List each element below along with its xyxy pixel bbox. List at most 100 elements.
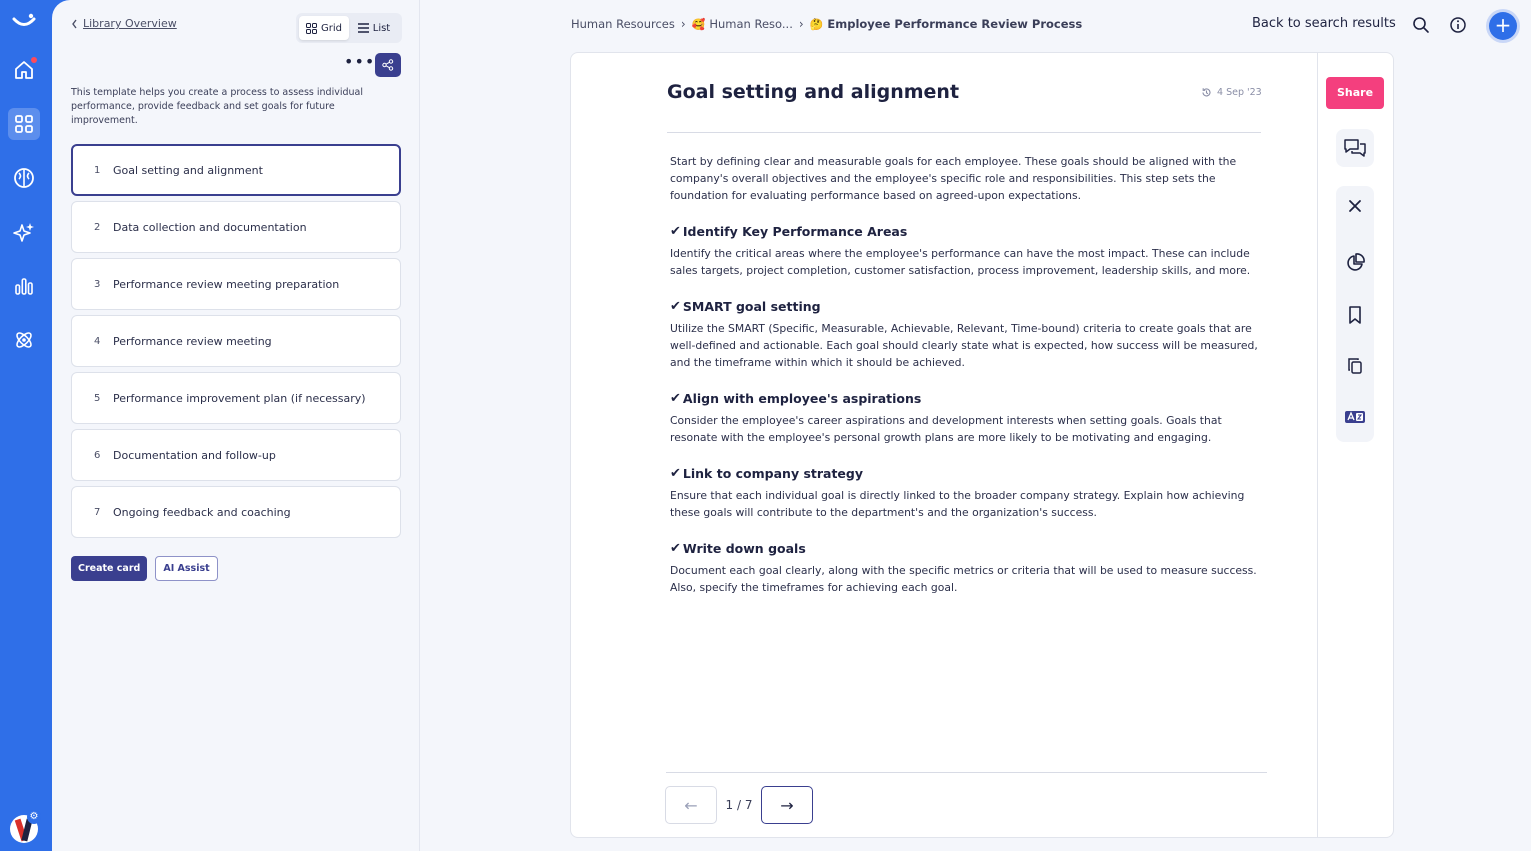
list-view-label: List — [372, 22, 391, 34]
breadcrumb-human-resources-sub[interactable]: Human Reso... — [709, 17, 792, 31]
checkmark-icon: ✔ — [670, 541, 681, 556]
copy-icon[interactable] — [1336, 351, 1374, 381]
notification-dot — [31, 57, 37, 63]
brain-icon[interactable] — [8, 162, 40, 194]
template-description: This template helps you create a process… — [71, 87, 364, 126]
section-paragraph: Utilize the SMART (Specific, Measurable,… — [670, 322, 1258, 369]
tool-group — [1336, 186, 1374, 442]
library-panel: Library Overview Grid List ••• This temp… — [52, 0, 420, 851]
step-number: 3 — [94, 278, 101, 290]
breadcrumb-current: Employee Performance Review Process — [827, 17, 1083, 31]
logo-icon[interactable] — [8, 8, 40, 40]
section-paragraph: Consider the employee's career aspiratio… — [670, 414, 1222, 444]
back-arrow-icon — [72, 19, 77, 28]
home-icon[interactable] — [8, 54, 40, 86]
step-label: Performance review meeting — [113, 334, 272, 348]
thinking-emoji: 🤔 — [809, 17, 824, 31]
create-card-button[interactable]: Create card — [71, 556, 148, 581]
footer-divider — [666, 772, 1267, 773]
title-divider — [667, 132, 1261, 133]
date-text: 4 Sep '23 — [1217, 87, 1262, 98]
section-paragraph: Ensure that each individual goal is dire… — [670, 489, 1245, 519]
list-icon — [357, 23, 369, 33]
step-card-3[interactable]: 3 Performance review meeting preparation — [71, 258, 401, 310]
step-number: 4 — [94, 335, 101, 347]
library-overview-label: Library Overview — [83, 17, 177, 30]
grid-icon[interactable] — [8, 108, 40, 140]
chevron-right-icon: › — [680, 17, 686, 31]
bar-chart-icon[interactable] — [8, 270, 40, 302]
section-paragraph: Document each goal clearly, along with t… — [670, 564, 1257, 594]
step-card-7[interactable]: 7 Ongoing feedback and coaching — [71, 486, 401, 538]
sparkles-icon[interactable] — [8, 216, 40, 248]
tool-column: Share — [1317, 53, 1395, 837]
intro-paragraph: Start by defining clear and measurable g… — [670, 155, 1237, 202]
view-toggle: Grid List — [296, 13, 402, 43]
step-number: 1 — [94, 164, 101, 176]
checkmark-icon: ✔ — [670, 391, 681, 406]
left-nav-rail: ⚙ — [0, 0, 52, 851]
share-network-icon — [382, 59, 394, 71]
checkmark-icon: ✔ — [670, 466, 681, 481]
page-title: Goal setting and alignment — [667, 81, 960, 103]
back-to-search-results-link[interactable]: Back to search results — [1252, 16, 1396, 31]
next-page-button[interactable]: → — [761, 786, 813, 824]
grid-view-label: Grid — [321, 22, 342, 34]
step-label: Performance review meeting preparation — [113, 277, 340, 291]
section-heading: ✔ SMART goal setting — [670, 299, 1264, 314]
section-heading: ✔ Write down goals — [670, 541, 1264, 556]
close-icon[interactable] — [1336, 191, 1374, 221]
section-heading-text: Link to company strategy — [682, 466, 864, 481]
last-updated: 4 Sep '23 — [1201, 87, 1262, 98]
comments-button[interactable] — [1336, 129, 1374, 167]
share-network-button[interactable] — [375, 53, 401, 77]
section-heading: ✔ Identify Key Performance Areas — [670, 224, 1264, 239]
step-card-4[interactable]: 4 Performance review meeting — [71, 315, 401, 367]
chevron-right-icon: › — [798, 17, 804, 31]
section-heading-text: Write down goals — [682, 541, 806, 556]
step-card-1[interactable]: 1 Goal setting and alignment — [71, 144, 401, 196]
step-card-6[interactable]: 6 Documentation and follow-up — [71, 429, 401, 481]
pie-chart-icon[interactable] — [1336, 248, 1374, 278]
smiling-hearts-emoji: 🥰 — [691, 17, 706, 31]
step-label: Data collection and documentation — [113, 220, 307, 234]
section-heading: ✔ Link to company strategy — [670, 466, 1264, 481]
step-label: Documentation and follow-up — [113, 448, 276, 462]
atom-icon[interactable] — [8, 324, 40, 356]
step-label: Performance improvement plan (if necessa… — [113, 391, 366, 405]
checkmark-icon: ✔ — [670, 224, 681, 239]
step-number: 6 — [94, 449, 101, 461]
more-options-button[interactable]: ••• — [344, 54, 374, 74]
settings-gear-icon[interactable]: ⚙ — [27, 810, 41, 824]
step-label: Ongoing feedback and coaching — [113, 505, 291, 519]
share-button[interactable]: Share — [1326, 77, 1384, 109]
document-body: Start by defining clear and measurable g… — [670, 153, 1264, 596]
add-button[interactable]: + — [1489, 12, 1517, 40]
grid-small-icon — [306, 22, 317, 34]
library-overview-link[interactable]: Library Overview — [71, 17, 177, 30]
translate-icon[interactable] — [1336, 402, 1374, 432]
step-list: 1 Goal setting and alignment 2 Data collec… — [71, 144, 401, 543]
step-card-5[interactable]: 5 Performance improvement plan (if necess… — [71, 372, 401, 424]
previous-page-button[interactable]: ← — [665, 786, 717, 824]
pagination: ← 1 / 7 → — [665, 786, 813, 824]
breadcrumb-human-resources[interactable]: Human Resources — [571, 17, 675, 31]
list-view-button[interactable]: List — [349, 16, 399, 40]
ai-assist-button[interactable]: AI Assist — [155, 556, 218, 581]
search-icon[interactable] — [1412, 16, 1430, 34]
step-card-2[interactable]: 2 Data collection and documentation — [71, 201, 401, 253]
breadcrumb: Human Resources › 🥰 Human Reso... › 🤔 Em… — [571, 17, 1082, 31]
library-actions: Create card AI Assist — [71, 556, 218, 581]
step-number: 2 — [94, 221, 101, 233]
info-icon[interactable] — [1449, 16, 1467, 34]
step-label: Goal setting and alignment — [113, 163, 263, 177]
section-paragraph: Identify the critical areas where the em… — [670, 247, 1251, 277]
checkmark-icon: ✔ — [670, 299, 681, 314]
section-heading-text: Identify Key Performance Areas — [682, 224, 908, 239]
history-icon — [1202, 88, 1211, 97]
page-counter: 1 / 7 — [725, 798, 753, 812]
bookmark-icon[interactable] — [1336, 300, 1374, 330]
grid-view-button[interactable]: Grid — [299, 16, 349, 40]
document-card: Goal setting and alignment 4 Sep '23 Sta… — [570, 52, 1394, 838]
section-heading-text: SMART goal setting — [682, 299, 821, 314]
